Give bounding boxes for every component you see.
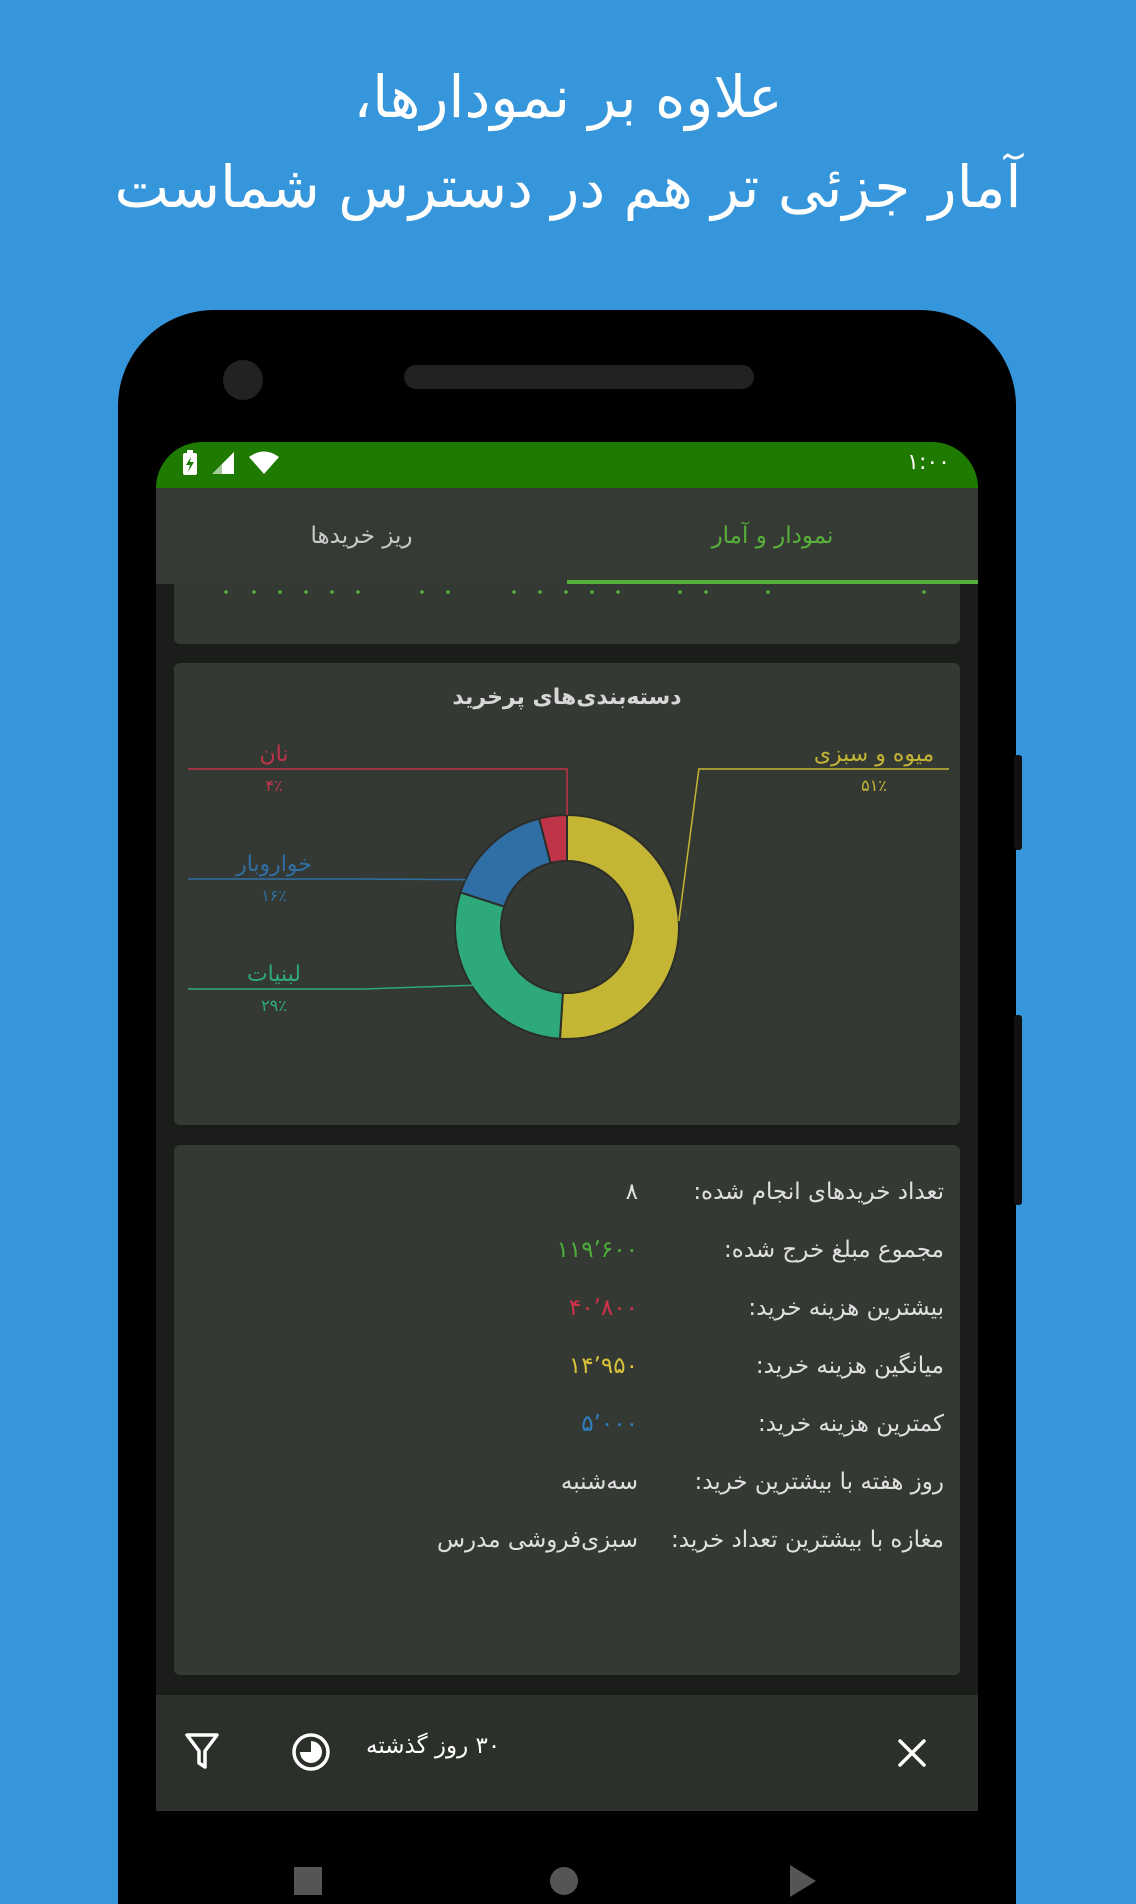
phone-frame: ۱:۰۰ نمودار و آمار ریز خریدها — [118, 310, 1022, 1904]
promo-line-1: علاوه بر نمودارها، — [353, 63, 783, 131]
stat-row: کمترین هزینه خرید: ۵٬۰۰۰ — [174, 1411, 960, 1451]
home-button[interactable] — [550, 1867, 578, 1895]
stat-value: سبزی‌فروشی مدرس — [436, 1527, 638, 1553]
front-camera — [223, 360, 263, 400]
stat-value: ۱۱۹٬۶۰۰ — [556, 1237, 638, 1263]
slice-label: لبنیات — [247, 962, 301, 987]
categories-donut-chart: میوه و سبزی ۵۱٪ لبنیات ۲۹٪ خواروبار ۱۶٪ نان ۴٪ — [188, 742, 949, 1040]
leader-line — [678, 768, 949, 922]
tab-purchase-details-label: ریز خریدها — [310, 523, 413, 549]
signal-icon — [212, 452, 234, 474]
slice-label: نان — [260, 742, 289, 767]
donut-slice — [459, 817, 552, 908]
stat-row: میانگین هزینه خرید: ۱۴٬۹۵۰ — [174, 1353, 960, 1393]
back-button[interactable] — [788, 1863, 818, 1899]
tab-bar: نمودار و آمار ریز خریدها — [156, 488, 978, 584]
tab-purchase-details[interactable]: ریز خریدها — [156, 488, 567, 584]
slice-percent: ۵۱٪ — [861, 776, 887, 795]
recents-button[interactable] — [294, 1867, 322, 1895]
filter-bar: ۳۰ روز گذشته — [156, 1695, 978, 1811]
donut-slice — [558, 813, 680, 1040]
previous-chart-card — [174, 584, 960, 644]
stat-label: روز هفته با بیشترین خرید: — [694, 1469, 944, 1495]
leader-line — [188, 768, 568, 815]
slice-percent: ۱۶٪ — [261, 886, 287, 905]
previous-chart-fragment — [224, 590, 926, 594]
stat-row: روز هفته با بیشترین خرید: سه‌شنبه — [174, 1469, 960, 1509]
statistics-card: تعداد خریدهای انجام شده: ۸ مجموع مبلغ خرج … — [174, 1145, 960, 1675]
slice-percent: ۴٪ — [265, 776, 282, 795]
promo-headline: علاوه بر نمودارها، آمار جزئی تر هم در دس… — [0, 52, 1136, 232]
scroll-content[interactable]: دسته‌بندی‌های پرخرید میوه و سبزی ۵۱٪ لبنیا… — [156, 584, 978, 1695]
stat-value: ۸ — [625, 1179, 638, 1205]
stat-label: بیشترین هزینه خرید: — [748, 1295, 944, 1321]
donut-slice — [454, 891, 564, 1040]
filter-icon[interactable] — [184, 1731, 220, 1771]
top-categories-card: دسته‌بندی‌های پرخرید میوه و سبزی ۵۱٪ لبنیا… — [174, 663, 960, 1125]
time-period-label[interactable]: ۳۰ روز گذشته — [366, 1733, 500, 1759]
earpiece-speaker — [404, 365, 754, 389]
stat-row: تعداد خریدهای انجام شده: ۸ — [174, 1179, 960, 1219]
app-screen: ۱:۰۰ نمودار و آمار ریز خریدها — [156, 442, 978, 1811]
stat-row: بیشترین هزینه خرید: ۴۰٬۸۰۰ — [174, 1295, 960, 1335]
volume-button — [1014, 755, 1022, 850]
status-bar: ۱:۰۰ — [156, 442, 978, 488]
stat-label: میانگین هزینه خرید: — [755, 1353, 944, 1379]
time-period-icon[interactable] — [290, 1731, 332, 1773]
stat-label: تعداد خریدهای انجام شده: — [693, 1179, 944, 1205]
stat-row: مجموع مبلغ خرج شده: ۱۱۹٬۶۰۰ — [174, 1237, 960, 1277]
stat-value: ۵٬۰۰۰ — [581, 1411, 638, 1437]
stat-label: مغازه با بیشترین تعداد خرید: — [671, 1527, 944, 1553]
stat-label: مجموع مبلغ خرج شده: — [723, 1237, 944, 1263]
leader-line — [188, 878, 466, 881]
slice-label: میوه و سبزی — [814, 742, 934, 767]
status-time: ۱:۰۰ — [907, 450, 950, 475]
stat-row: مغازه با بیشترین تعداد خرید: سبزی‌فروشی م… — [174, 1527, 960, 1567]
leader-line — [188, 984, 474, 990]
slice-percent: ۲۹٪ — [261, 996, 287, 1015]
battery-charging-icon — [183, 450, 197, 475]
power-button — [1014, 1015, 1022, 1205]
status-icons — [182, 450, 280, 476]
close-icon[interactable] — [896, 1737, 928, 1769]
android-nav-bar — [156, 1811, 978, 1904]
wifi-icon — [249, 451, 279, 474]
stat-label: کمترین هزینه خرید: — [757, 1411, 944, 1437]
stat-value: ۴۰٬۸۰۰ — [568, 1295, 638, 1321]
stat-value: ۱۴٬۹۵۰ — [568, 1353, 638, 1379]
tab-charts-stats[interactable]: نمودار و آمار — [567, 488, 978, 584]
stat-value: سه‌شنبه — [560, 1469, 638, 1495]
promo-line-2: آمار جزئی تر هم در دسترس شماست — [114, 153, 1022, 221]
slice-label: خواروبار — [235, 852, 312, 877]
tab-charts-stats-label: نمودار و آمار — [711, 523, 834, 549]
